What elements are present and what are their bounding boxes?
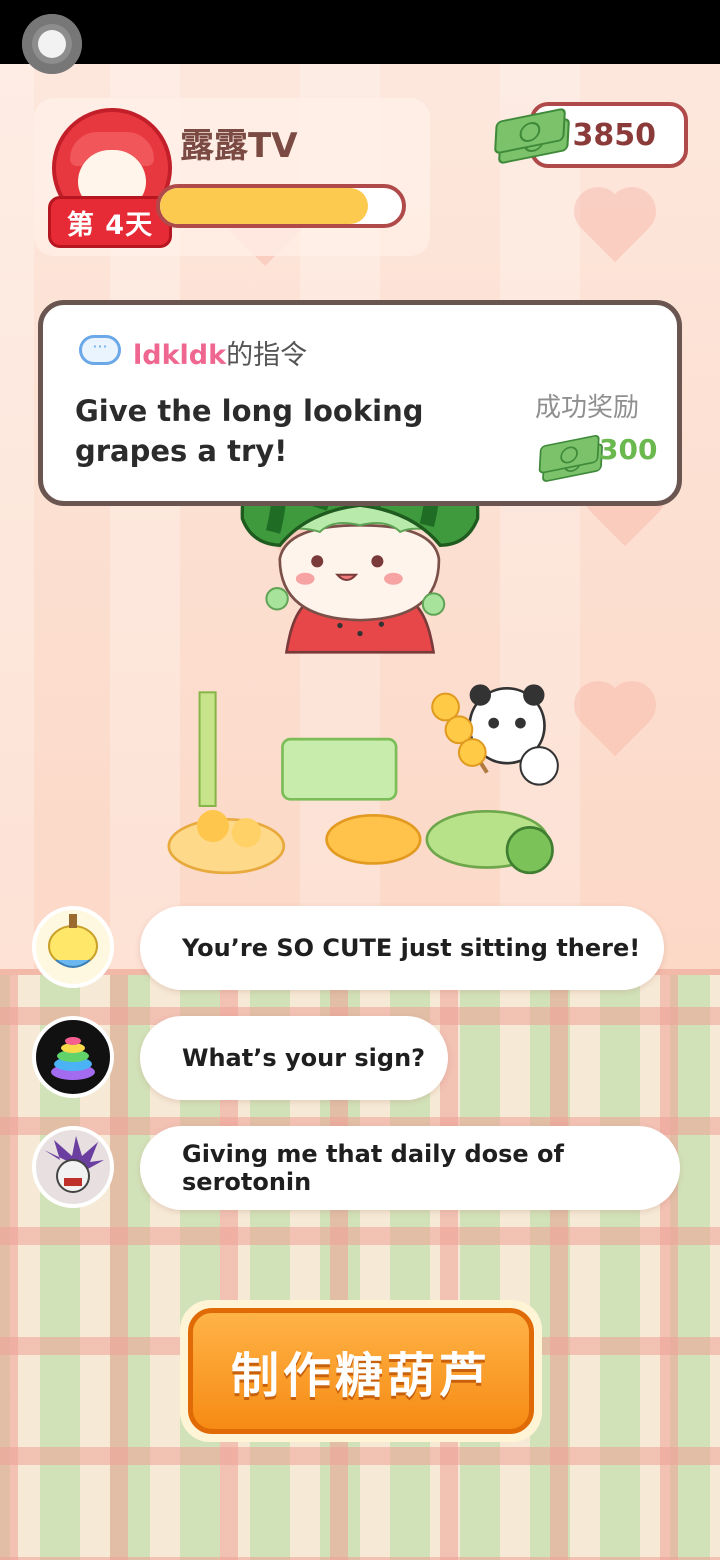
instruction-card: ··· ldkldk的指令 Give the long looking grap… [38, 300, 682, 506]
comment-bubble: You’re SO CUTE just sitting there! [140, 906, 664, 990]
comment-bubble: Giving me that daily dose of serotonin [140, 1126, 680, 1210]
instruction-text: Give the long looking grapes a try! [75, 394, 424, 468]
instruction-username: ldkldk [133, 340, 227, 371]
progress-fill [160, 188, 369, 224]
comment-text: Giving me that daily dose of serotonin [182, 1140, 564, 1196]
chat-bubble-icon: ··· [79, 335, 121, 365]
cash-stack-icon [538, 434, 604, 483]
reward-amount: 300 [599, 433, 658, 466]
comment-bubble: What’s your sign? [140, 1016, 448, 1100]
comment-avatar[interactable] [32, 1126, 114, 1208]
money-amount: 3850 [572, 117, 657, 153]
banana-duck-icon [48, 914, 98, 968]
reward-label: 成功奖励 [535, 393, 640, 423]
comment-text: You’re SO CUTE just sitting there! [182, 934, 641, 962]
day-badge: 第 4天 [48, 196, 172, 248]
comment-avatar[interactable] [32, 906, 114, 988]
instruction-from: ldkldk的指令 [133, 333, 307, 372]
make-button-label: 制作糖葫芦 [188, 1308, 534, 1434]
instruction-suffix: 的指令 [226, 340, 308, 371]
streamer-name: 露露TV [180, 126, 298, 166]
monster-icon [44, 1136, 104, 1193]
cash-stack-icon [493, 107, 571, 165]
rainbow-swirl-icon [51, 1037, 95, 1080]
recording-indicator-icon [22, 14, 82, 74]
comment-text: What’s your sign? [182, 1044, 426, 1072]
progress-bar [156, 184, 406, 228]
comment-avatar[interactable] [32, 1016, 114, 1098]
make-candied-fruit-button[interactable]: 制作糖葫芦 [180, 1300, 542, 1442]
